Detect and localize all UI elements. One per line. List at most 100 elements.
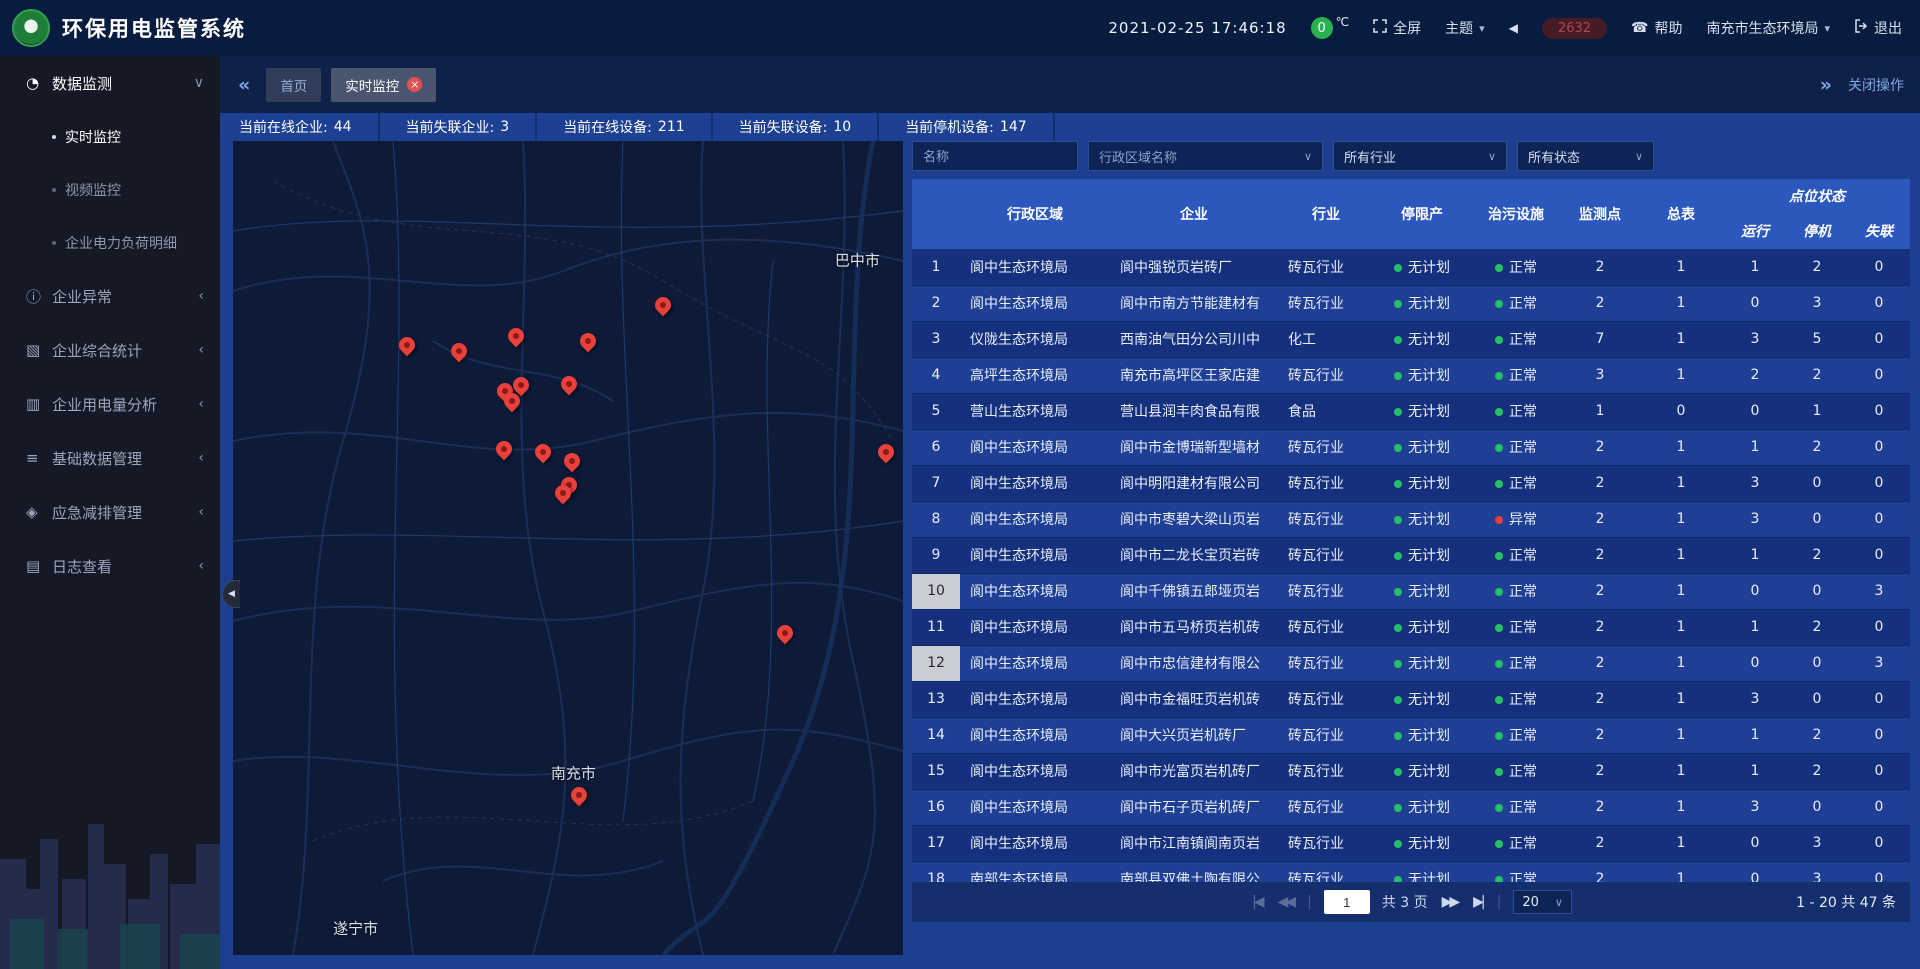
- table-row[interactable]: 10阆中生态环境局阆中千佛镇五郎垭页岩砖瓦行业无计划正常21003: [912, 573, 1910, 609]
- row-industry: 砖瓦行业: [1278, 249, 1374, 285]
- row-total-meters: 1: [1638, 717, 1724, 753]
- table-row[interactable]: 7阆中生态环境局阆中明阳建材有限公司砖瓦行业无计划正常21300: [912, 465, 1910, 501]
- row-index: 10: [912, 573, 960, 609]
- sidebar-item-power-analysis[interactable]: ▥企业用电量分析‹: [0, 377, 220, 431]
- col-index: [912, 179, 960, 249]
- stat-item: 当前失联设备:10: [713, 113, 880, 141]
- table-row[interactable]: 14阆中生态环境局阆中大兴页岩机砖厂砖瓦行业无计划正常21120: [912, 717, 1910, 753]
- map-panel[interactable]: 巴中市南充市遂宁市: [233, 141, 903, 955]
- table-row[interactable]: 5营山生态环境局营山县润丰肉食品有限食品无计划正常10010: [912, 393, 1910, 429]
- row-limit-status-label: 无计划: [1408, 548, 1450, 564]
- row-index: 9: [912, 537, 960, 573]
- sidebar-item-enterprise-stats[interactable]: ▧企业综合统计‹: [0, 323, 220, 377]
- row-limit-status: 无计划: [1374, 861, 1470, 882]
- name-input[interactable]: [912, 141, 1078, 171]
- chevron-down-icon: ∨: [1488, 150, 1496, 163]
- chevron-left-icon: ◀: [228, 589, 235, 599]
- tab-realtime-monitor[interactable]: 实时监控 ×: [331, 68, 436, 102]
- status-dot-green: [1394, 516, 1402, 524]
- tab-home[interactable]: 首页: [266, 68, 321, 102]
- industry-select[interactable]: 所有行业 ∨: [1333, 141, 1507, 171]
- org-dropdown[interactable]: 南充市生态环境局 ▾: [1706, 18, 1830, 38]
- col-facility: 治污设施: [1470, 179, 1562, 249]
- table-row[interactable]: 3仪陇生态环境局西南油气田分公司川中化工无计划正常71350: [912, 321, 1910, 357]
- chevron-left-icon: ‹: [198, 288, 204, 304]
- row-run-count: 3: [1724, 321, 1786, 357]
- row-run-count: 0: [1724, 825, 1786, 861]
- table-row[interactable]: 11阆中生态环境局阆中市五马桥页岩机砖砖瓦行业无计划正常21120: [912, 609, 1910, 645]
- row-stop-count: 0: [1786, 573, 1848, 609]
- sidebar-item-logs[interactable]: ▤日志查看‹: [0, 539, 220, 593]
- chevron-down-icon: ▾: [1824, 22, 1830, 35]
- col-region: 行政区域: [960, 179, 1110, 249]
- table-row[interactable]: 13阆中生态环境局阆中市金福旺页岩机砖砖瓦行业无计划正常21300: [912, 681, 1910, 717]
- status-dot-green: [1394, 696, 1402, 704]
- status-dot-green: [1495, 588, 1503, 596]
- page-size-select[interactable]: 20 ∨: [1513, 890, 1572, 914]
- tab-scroll-left-button[interactable]: «: [232, 74, 256, 96]
- stat-item: 当前在线企业:44: [233, 113, 380, 141]
- sidebar-item-enterprise-abnormal[interactable]: ⓘ企业异常‹: [0, 269, 220, 323]
- table-row[interactable]: 1阆中生态环境局阆中强锐页岩砖厂砖瓦行业无计划正常21120: [912, 249, 1910, 285]
- sidebar-item-emergency[interactable]: ◈应急减排管理‹: [0, 485, 220, 539]
- status-dot-green: [1495, 336, 1503, 344]
- prev-page-button[interactable]: ◀◀: [1276, 894, 1296, 910]
- speaker-icon: ◀: [1509, 21, 1518, 35]
- sidebar-subitem-realtime[interactable]: 实时监控: [0, 110, 220, 163]
- fullscreen-button[interactable]: 全屏: [1373, 18, 1421, 38]
- close-operations-button[interactable]: 关闭操作: [1848, 75, 1904, 95]
- row-industry: 砖瓦行业: [1278, 285, 1374, 321]
- region-select[interactable]: 行政区域名称 ∨: [1088, 141, 1323, 171]
- sidebar-item-data-monitor[interactable]: ◔数据监测∨: [0, 56, 220, 110]
- next-page-button[interactable]: ▶▶: [1440, 894, 1460, 910]
- table-row[interactable]: 12阆中生态环境局阆中市忠信建材有限公砖瓦行业无计划正常21003: [912, 645, 1910, 681]
- row-limit-status-label: 无计划: [1408, 476, 1450, 492]
- table-row[interactable]: 18南部生态环境局南部县双佛土陶有限公砖瓦行业无计划正常21030: [912, 861, 1910, 882]
- table-row[interactable]: 6阆中生态环境局阆中市金博瑞新型墙材砖瓦行业无计划正常21120: [912, 429, 1910, 465]
- chevron-left-icon: ‹: [198, 558, 204, 574]
- row-monitor-points: 2: [1562, 573, 1638, 609]
- table-row[interactable]: 9阆中生态环境局阆中市二龙长宝页岩砖砖瓦行业无计划正常21120: [912, 537, 1910, 573]
- notification-badge[interactable]: 2632: [1542, 18, 1607, 39]
- status-select[interactable]: 所有状态 ∨: [1517, 141, 1654, 171]
- sidebar-subitem-power-load-detail[interactable]: 企业电力负荷明细: [0, 216, 220, 269]
- table-row[interactable]: 8阆中生态环境局阆中市枣碧大梁山页岩砖瓦行业无计划异常21300: [912, 501, 1910, 537]
- status-dot-green: [1394, 804, 1402, 812]
- page-input[interactable]: [1324, 890, 1370, 914]
- table-row[interactable]: 16阆中生态环境局阆中市石子页岩机砖厂砖瓦行业无计划正常21300: [912, 789, 1910, 825]
- row-facility-status-label: 正常: [1509, 296, 1537, 312]
- table-row[interactable]: 2阆中生态环境局阆中市南方节能建材有砖瓦行业无计划正常21030: [912, 285, 1910, 321]
- row-lost-count: 3: [1848, 573, 1910, 609]
- row-limit-status-label: 无计划: [1408, 656, 1450, 672]
- row-facility-status-label: 正常: [1509, 404, 1537, 420]
- row-facility-status: 正常: [1470, 753, 1562, 789]
- sidebar-item-base-data[interactable]: ≡基础数据管理‹: [0, 431, 220, 485]
- row-total-meters: 1: [1638, 429, 1724, 465]
- table-row[interactable]: 17阆中生态环境局阆中市江南镇阆南页岩砖瓦行业无计划正常21030: [912, 825, 1910, 861]
- first-page-button[interactable]: |◀: [1250, 894, 1263, 910]
- row-lost-count: 0: [1848, 825, 1910, 861]
- row-stop-count: 2: [1786, 609, 1848, 645]
- tab-scroll-right-button[interactable]: »: [1814, 74, 1838, 96]
- help-button[interactable]: ☎ 帮助: [1631, 18, 1682, 38]
- row-total-meters: 1: [1638, 609, 1724, 645]
- broadcast-button[interactable]: ◀: [1509, 21, 1518, 35]
- sidebar-subitem-video[interactable]: 视频监控: [0, 163, 220, 216]
- row-limit-status: 无计划: [1374, 501, 1470, 537]
- table-row[interactable]: 15阆中生态环境局阆中市光富页岩机砖厂砖瓦行业无计划正常21120: [912, 753, 1910, 789]
- last-page-button[interactable]: ▶|: [1471, 894, 1484, 910]
- row-industry: 砖瓦行业: [1278, 753, 1374, 789]
- row-industry: 砖瓦行业: [1278, 429, 1374, 465]
- col-company: 企业: [1110, 179, 1278, 249]
- logout-icon: [1854, 19, 1868, 37]
- table-row[interactable]: 4高坪生态环境局南充市高坪区王家店建砖瓦行业无计划正常31220: [912, 357, 1910, 393]
- row-limit-status: 无计划: [1374, 609, 1470, 645]
- col-lost: 失联: [1848, 213, 1910, 249]
- row-company: 阆中市江南镇阆南页岩: [1110, 825, 1278, 861]
- theme-dropdown[interactable]: 主题 ▾: [1445, 18, 1485, 38]
- sidebar-item-label: 基础数据管理: [52, 448, 198, 469]
- row-total-meters: 1: [1638, 249, 1724, 285]
- row-facility-status: 正常: [1470, 609, 1562, 645]
- logout-button[interactable]: 退出: [1854, 18, 1902, 38]
- tab-close-icon[interactable]: ×: [407, 77, 422, 92]
